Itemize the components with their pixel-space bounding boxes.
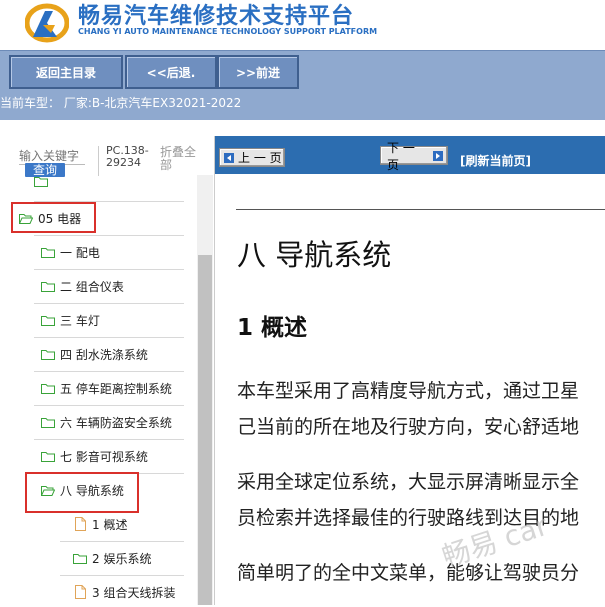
tree-item-label: 七 影音可视系统 (60, 449, 148, 464)
divider (34, 303, 184, 304)
highlight-box (25, 472, 139, 513)
tree-item-label: 一 配电 (60, 245, 100, 260)
scrollbar-thumb[interactable] (198, 255, 212, 605)
section-title: 八 导航系统 (237, 238, 392, 272)
document-code: PC.138-29234 (106, 144, 149, 169)
tree-item-partial[interactable] (34, 173, 53, 187)
tree-item-label: 3 组合天线拆装 (92, 585, 176, 600)
folder-icon (41, 315, 55, 326)
tree-item-power-distribution[interactable]: 一 配电 (41, 237, 100, 267)
arrow-left-icon (224, 152, 234, 163)
tree-item-label: 1 概述 (92, 517, 128, 532)
folder-icon (41, 281, 55, 292)
logo-icon (25, 3, 69, 43)
tree-item-label: 二 组合仪表 (60, 279, 124, 294)
divider (34, 235, 184, 236)
tree-item-wiper-washer[interactable]: 四 刮水洗涤系统 (41, 339, 148, 369)
tree-item-label: 五 停车距离控制系统 (60, 381, 172, 396)
tree-item-antenna[interactable]: 3 组合天线拆装 (75, 577, 175, 607)
divider (60, 541, 184, 542)
folder-icon (41, 417, 55, 428)
back-button[interactable]: <<后退. (125, 55, 217, 89)
divider (34, 269, 184, 270)
platform-subtitle: CHANG YI AUTO MAINTENANCE TECHNOLOGY SUP… (78, 27, 378, 36)
next-page-button[interactable]: 下 一 页 (380, 141, 448, 172)
folder-icon (41, 383, 55, 394)
paragraph-line: 己当前的所在地及行驶方向，安心舒适地 (237, 416, 580, 438)
tree-item-label: 六 车辆防盗安全系统 (60, 415, 172, 430)
divider (34, 371, 184, 372)
folder-icon (41, 247, 55, 258)
platform-title: 畅易汽车维修技术支持平台 (78, 4, 355, 29)
tree-item-instrument-cluster[interactable]: 二 组合仪表 (41, 271, 124, 301)
document-icon (75, 585, 86, 599)
current-model-info: 当前车型： 厂家:B-北京汽车EX32021-2022 (0, 92, 605, 120)
paragraph-line: 本车型采用了高精度导航方式，通过卫星 (237, 380, 580, 402)
divider (34, 405, 184, 406)
home-button[interactable]: 返回主目录 (9, 55, 123, 89)
tree-item-label: 2 娱乐系统 (92, 551, 152, 566)
forward-button[interactable]: >>前进 (217, 55, 299, 89)
highlight-box (11, 202, 96, 233)
subsection-title: 1 概述 (237, 315, 308, 341)
prev-page-label: 上 一 页 (238, 151, 282, 165)
tree-item-parking-distance[interactable]: 五 停车距离控制系统 (41, 373, 172, 403)
divider (34, 337, 184, 338)
paragraph-line: 简单明了的全中文菜单，能够让驾驶员分 (237, 562, 580, 584)
arrow-right-icon (433, 150, 443, 161)
folder-icon (34, 177, 48, 187)
spacer (0, 120, 605, 136)
folder-icon (41, 349, 55, 360)
refresh-page-link[interactable]: [刷新当前页] (460, 152, 531, 169)
divider (60, 575, 184, 576)
prev-page-button[interactable]: 上 一 页 (219, 148, 285, 167)
divider (34, 439, 184, 440)
tree-item-overview[interactable]: 1 概述 (75, 509, 127, 539)
collapse-all-button[interactable]: 折叠全部 (160, 146, 200, 172)
divider (236, 209, 605, 210)
document-icon (75, 517, 86, 531)
divider (98, 146, 99, 176)
tree-item-lights[interactable]: 三 车灯 (41, 305, 100, 335)
tree-item-label: 三 车灯 (60, 313, 100, 328)
folder-icon (41, 451, 55, 462)
paragraph-line: 采用全球定位系统，大显示屏清晰显示全 (237, 471, 580, 493)
tree-item-audio-visual[interactable]: 七 影音可视系统 (41, 441, 148, 471)
folder-icon (73, 553, 87, 564)
tree-item-entertainment[interactable]: 2 娱乐系统 (73, 543, 151, 573)
tree-item-anti-theft[interactable]: 六 车辆防盗安全系统 (41, 407, 172, 437)
next-page-label: 下 一 页 (387, 140, 415, 172)
tree-item-label: 四 刮水洗涤系统 (60, 347, 148, 362)
